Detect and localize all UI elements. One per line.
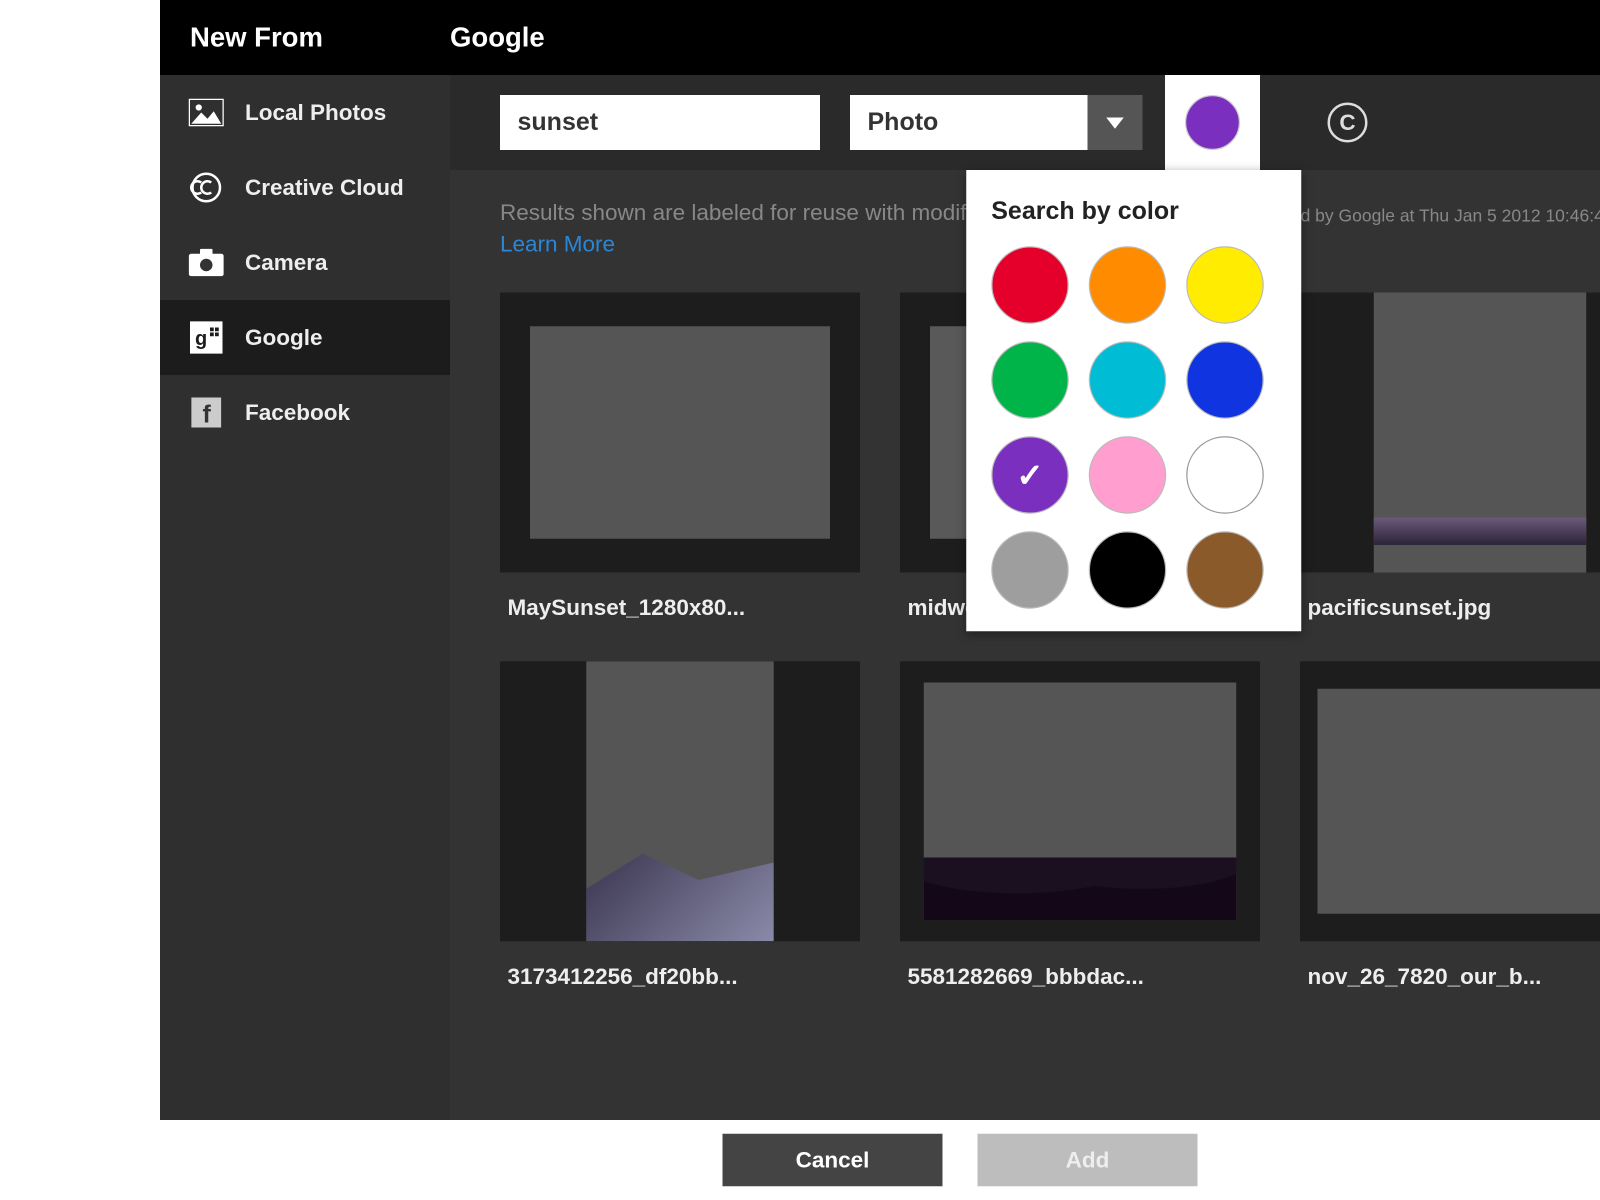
sidebar-item-local-photos[interactable]: Local Photos — [160, 75, 450, 150]
app-window: New From Google POWERED BY Google Local … — [160, 0, 1600, 1200]
cancel-button[interactable]: Cancel — [723, 1134, 943, 1187]
camera-icon — [188, 246, 226, 279]
color-swatch-pink[interactable] — [1089, 436, 1167, 514]
facebook-icon: f — [188, 396, 226, 429]
result-card[interactable]: 5581282669_bbbdac... — [900, 661, 1260, 990]
color-swatch-blue[interactable] — [1186, 341, 1264, 419]
sidebar: Local Photos Creative Cloud Camera g Goo… — [160, 75, 450, 1120]
color-swatch-green[interactable] — [991, 341, 1069, 419]
result-thumbnail — [500, 661, 860, 941]
cache-timestamp: Cached by Google at Thu Jan 5 2012 10:46… — [1250, 205, 1600, 225]
image-icon — [188, 96, 226, 129]
color-swatch-red[interactable] — [991, 246, 1069, 324]
chevron-down-icon — [1088, 95, 1143, 150]
copyright-filter-button[interactable]: C — [1328, 103, 1368, 143]
color-swatch-gray[interactable] — [991, 531, 1069, 609]
result-filename: pacificsunset.jpg — [1300, 595, 1600, 621]
color-popover-title: Search by color — [991, 198, 1276, 227]
titlebar-left: New From — [160, 21, 450, 54]
result-card[interactable]: nov_26_7820_our_b... — [1300, 661, 1600, 990]
sidebar-item-label: Camera — [245, 249, 328, 275]
result-thumbnail — [1300, 293, 1600, 573]
sidebar-item-facebook[interactable]: f Facebook — [160, 375, 450, 450]
svg-text:g: g — [195, 328, 207, 350]
sidebar-item-label: Local Photos — [245, 99, 386, 125]
check-icon: ✓ — [1016, 456, 1043, 495]
copyright-icon: C — [1339, 109, 1355, 135]
color-swatch-teal[interactable] — [1089, 341, 1167, 419]
color-swatch-black[interactable] — [1089, 531, 1167, 609]
result-filename: nov_26_7820_our_b... — [1300, 964, 1600, 990]
sidebar-item-camera[interactable]: Camera — [160, 225, 450, 300]
type-select[interactable]: Photo — [850, 95, 1143, 150]
color-popover: Search by color ✓ — [966, 170, 1301, 631]
sidebar-item-label: Google — [245, 324, 323, 350]
result-filename: MaySunset_1280x80... — [500, 595, 860, 621]
sidebar-item-creative-cloud[interactable]: Creative Cloud — [160, 150, 450, 225]
result-thumbnail — [1300, 661, 1600, 941]
bottom-bar: Cancel Add — [160, 1120, 1600, 1200]
result-thumbnail — [500, 293, 860, 573]
color-swatch-white[interactable] — [1186, 436, 1264, 514]
result-card[interactable]: MaySunset_1280x80... — [500, 293, 860, 622]
sidebar-item-label: Creative Cloud — [245, 174, 404, 200]
result-filename: 3173412256_df20bb... — [500, 964, 860, 990]
add-button: Add — [978, 1134, 1198, 1187]
color-swatch-orange[interactable] — [1089, 246, 1167, 324]
cc-icon — [188, 171, 226, 204]
sidebar-item-google[interactable]: g Google — [160, 300, 450, 375]
result-thumbnail — [900, 661, 1260, 941]
result-card[interactable]: 3173412256_df20bb... — [500, 661, 860, 990]
result-card[interactable]: pacificsunset.jpg — [1300, 293, 1600, 622]
search-toolbar: Photo C — [450, 75, 1600, 170]
color-grid: ✓ — [991, 246, 1276, 609]
titlebar-main: Google — [450, 21, 545, 54]
color-swatch-brown[interactable] — [1186, 531, 1264, 609]
color-swatch-yellow[interactable] — [1186, 246, 1264, 324]
titlebar: New From Google POWERED BY Google — [160, 0, 1600, 75]
color-filter-swatch — [1185, 95, 1240, 150]
type-select-value: Photo — [850, 95, 1088, 150]
google-icon: g — [188, 321, 226, 354]
result-filename: 5581282669_bbbdac... — [900, 964, 1260, 990]
svg-text:f: f — [203, 401, 212, 428]
color-swatch-purple[interactable]: ✓ — [991, 436, 1069, 514]
search-input[interactable] — [500, 95, 820, 150]
color-filter-button[interactable] — [1165, 75, 1260, 170]
sidebar-item-label: Facebook — [245, 399, 350, 425]
